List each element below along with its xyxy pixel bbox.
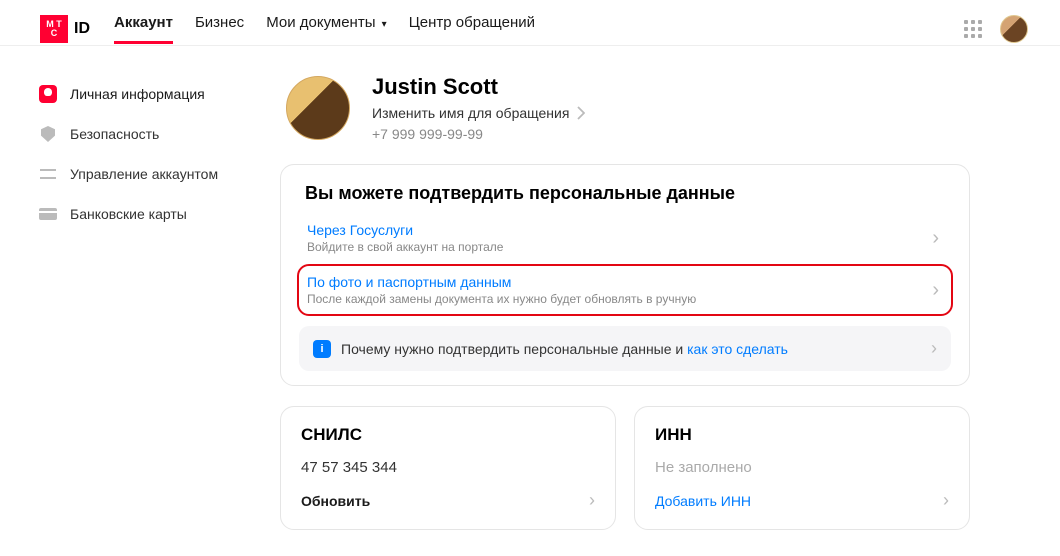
info-icon: i bbox=[313, 340, 331, 358]
sidebar-item-cards[interactable]: Банковские карты bbox=[38, 194, 280, 234]
header: М ТС ID Аккаунт Бизнес Мои документы ▾ Ц… bbox=[0, 0, 1060, 46]
chevron-down-icon: ▾ bbox=[382, 19, 387, 30]
logo-icon: М ТС bbox=[40, 15, 68, 43]
verify-card: Вы можете подтвердить персональные данны… bbox=[280, 164, 970, 386]
info-box[interactable]: i Почему нужно подтвердить персональные … bbox=[299, 326, 951, 371]
logo[interactable]: М ТС ID bbox=[40, 15, 90, 43]
snils-value: 47 57 345 344 bbox=[301, 459, 595, 476]
container: Личная информация Безопасность Управлени… bbox=[0, 46, 1060, 530]
card-icon bbox=[38, 204, 58, 224]
info-link: как это сделать bbox=[687, 341, 788, 357]
chevron-right-icon: › bbox=[943, 490, 949, 511]
change-name-label: Изменить имя для обращения bbox=[372, 105, 569, 121]
nav: Аккаунт Бизнес Мои документы ▾ Центр обр… bbox=[114, 14, 964, 43]
sidebar: Личная информация Безопасность Управлени… bbox=[0, 74, 280, 530]
inn-add-button[interactable]: Добавить ИНН › bbox=[655, 490, 949, 511]
verify-photo-passport[interactable]: По фото и паспортным данным После каждой… bbox=[297, 264, 953, 316]
sidebar-item-label: Банковские карты bbox=[70, 206, 187, 222]
info-prefix: Почему нужно подтвердить персональные да… bbox=[341, 341, 687, 357]
verify-row-content: Через Госуслуги Войдите в свой аккаунт н… bbox=[307, 222, 503, 254]
apps-icon[interactable] bbox=[964, 20, 982, 38]
sidebar-item-management[interactable]: Управление аккаунтом bbox=[38, 154, 280, 194]
logo-text: ID bbox=[74, 20, 90, 38]
chevron-right-icon: › bbox=[932, 227, 943, 250]
snils-title: СНИЛС bbox=[301, 425, 595, 445]
profile-phone: +7 999 999-99-99 bbox=[372, 126, 585, 142]
inn-action-label: Добавить ИНН bbox=[655, 493, 751, 509]
avatar-small[interactable] bbox=[1000, 15, 1028, 43]
cards-row: СНИЛС 47 57 345 344 Обновить › ИНН Не за… bbox=[280, 406, 970, 530]
avatar[interactable] bbox=[286, 76, 350, 140]
nav-support[interactable]: Центр обращений bbox=[409, 14, 535, 43]
profile-name: Justin Scott bbox=[372, 74, 585, 100]
sidebar-item-label: Управление аккаунтом bbox=[70, 166, 218, 182]
chevron-right-icon: › bbox=[931, 338, 937, 359]
sidebar-item-label: Безопасность bbox=[70, 126, 159, 142]
verify-row-title: По фото и паспортным данным bbox=[307, 274, 696, 290]
nav-documents[interactable]: Мои документы ▾ bbox=[266, 14, 387, 43]
verify-title: Вы можете подтвердить персональные данны… bbox=[299, 183, 951, 204]
verify-gosuslugi[interactable]: Через Госуслуги Войдите в свой аккаунт н… bbox=[299, 216, 951, 260]
profile-block: Justin Scott Изменить имя для обращения … bbox=[280, 74, 970, 142]
verify-row-desc: Войдите в свой аккаунт на портале bbox=[307, 240, 503, 254]
header-right bbox=[964, 15, 1028, 43]
change-name-button[interactable]: Изменить имя для обращения bbox=[372, 105, 585, 121]
sliders-icon bbox=[38, 164, 58, 184]
verify-row-content: По фото и паспортным данным После каждой… bbox=[307, 274, 696, 306]
chevron-right-icon: › bbox=[932, 279, 943, 302]
inn-title: ИНН bbox=[655, 425, 949, 445]
nav-documents-label: Мои документы bbox=[266, 14, 375, 31]
snils-update-button[interactable]: Обновить › bbox=[301, 490, 595, 511]
snils-action-label: Обновить bbox=[301, 493, 370, 509]
shield-icon bbox=[38, 124, 58, 144]
sidebar-item-label: Личная информация bbox=[70, 86, 205, 102]
inn-value: Не заполнено bbox=[655, 459, 949, 476]
chevron-right-icon bbox=[577, 106, 585, 120]
profile-info: Justin Scott Изменить имя для обращения … bbox=[372, 74, 585, 142]
nav-business[interactable]: Бизнес bbox=[195, 14, 244, 43]
nav-account[interactable]: Аккаунт bbox=[114, 14, 173, 43]
snils-card: СНИЛС 47 57 345 344 Обновить › bbox=[280, 406, 616, 530]
main: Justin Scott Изменить имя для обращения … bbox=[280, 74, 1060, 530]
person-icon bbox=[38, 84, 58, 104]
verify-row-desc: После каждой замены документа их нужно б… bbox=[307, 292, 696, 306]
chevron-right-icon: › bbox=[589, 490, 595, 511]
verify-row-title: Через Госуслуги bbox=[307, 222, 503, 238]
sidebar-item-personal[interactable]: Личная информация bbox=[38, 74, 280, 114]
inn-card: ИНН Не заполнено Добавить ИНН › bbox=[634, 406, 970, 530]
sidebar-item-security[interactable]: Безопасность bbox=[38, 114, 280, 154]
info-text: Почему нужно подтвердить персональные да… bbox=[341, 341, 788, 357]
